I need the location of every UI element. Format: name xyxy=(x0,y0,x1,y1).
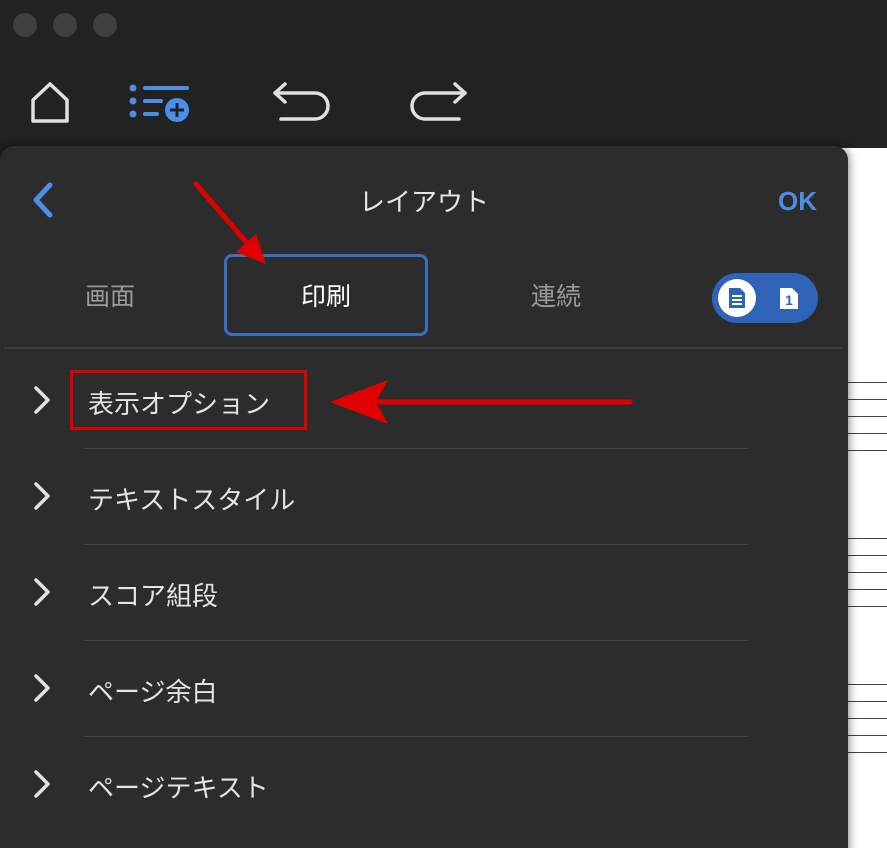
tab-continuous[interactable]: 連続 xyxy=(484,254,628,336)
app-window: レイアウト OK 画面 印刷 連続 1 表示オプション テキストスタイル スコア… xyxy=(0,0,887,848)
window-zoom-button[interactable] xyxy=(93,13,117,37)
page-view-toggle[interactable]: 1 xyxy=(712,273,818,323)
section-score-systems[interactable]: スコア組段 xyxy=(0,544,848,640)
chevron-right-icon xyxy=(34,386,50,414)
undo-icon xyxy=(273,82,330,121)
section-label: ページテキスト xyxy=(88,774,269,804)
document-icon xyxy=(729,288,745,308)
add-list-icon xyxy=(129,84,189,122)
section-page-margins[interactable]: ページ余白 xyxy=(0,640,848,736)
redo-icon xyxy=(410,82,467,121)
toggle-knob xyxy=(718,279,756,317)
panel-title: レイアウト xyxy=(358,188,489,218)
ok-button[interactable]: OK xyxy=(778,186,817,217)
section-page-text[interactable]: ページテキスト xyxy=(0,736,848,832)
annotation-highlight-box xyxy=(70,370,307,430)
chevron-right-icon xyxy=(34,674,50,702)
add-list-button[interactable] xyxy=(124,76,194,128)
section-label: ページ余白 xyxy=(88,678,218,708)
redo-button[interactable] xyxy=(406,76,470,128)
chevron-right-icon xyxy=(34,770,50,798)
chevron-right-icon xyxy=(34,482,50,510)
tab-screen[interactable]: 画面 xyxy=(40,254,180,336)
home-button[interactable] xyxy=(24,76,76,128)
single-page-number: 1 xyxy=(785,292,793,308)
section-label: スコア組段 xyxy=(88,582,219,612)
chevron-right-icon xyxy=(34,578,50,606)
section-text-styles[interactable]: テキストスタイル xyxy=(0,448,848,544)
window-close-button[interactable] xyxy=(13,13,37,37)
home-icon xyxy=(31,82,69,123)
window-minimize-button[interactable] xyxy=(53,13,77,37)
undo-button[interactable] xyxy=(270,76,334,128)
section-label: テキストスタイル xyxy=(88,486,296,516)
single-page-icon: 1 xyxy=(780,288,798,309)
tabs-divider xyxy=(4,347,842,349)
layout-panel: レイアウト OK 画面 印刷 連続 1 表示オプション テキストスタイル スコア… xyxy=(0,146,848,848)
tab-print[interactable]: 印刷 xyxy=(224,254,428,336)
